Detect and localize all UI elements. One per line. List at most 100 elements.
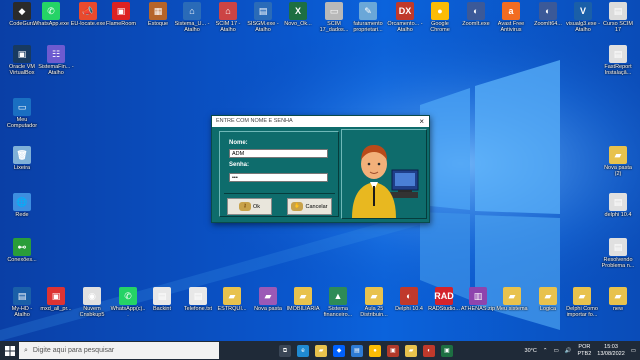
volume-icon[interactable]: 🔊: [565, 348, 572, 354]
desktop-shortcut[interactable]: ✆ WhatsApp(c)...: [110, 287, 146, 318]
app2-taskbar-icon[interactable]: ▣: [441, 344, 453, 357]
desktop-shortcut[interactable]: ✆ WhatsApp.exe: [33, 2, 69, 27]
desktop-shortcut[interactable]: Vvisualg3.exe - Atalho: [565, 2, 601, 33]
start-button[interactable]: [0, 341, 19, 360]
desktop-shortcut[interactable]: ▤ My-HD - Atalho: [4, 287, 40, 318]
clock[interactable]: 15:03 13/08/2022: [597, 344, 625, 358]
desktop-shortcut-label: RADStudio...: [428, 306, 460, 312]
desktop-shortcut[interactable]: ▣ FlameRoom: [103, 2, 139, 27]
tray-arrow-icon[interactable]: ⌃: [543, 348, 548, 354]
desktop-shortcut[interactable]: ▤ Backint: [144, 287, 180, 312]
desktop-shortcut[interactable]: ◐ ZoomIt.exe: [458, 2, 494, 27]
edge-icon[interactable]: e: [297, 344, 309, 357]
desktop-shortcut[interactable]: ▰ Aula 25 Distribuin...: [356, 287, 392, 318]
desktop-shortcut-label: Conexões...: [7, 257, 37, 263]
name-input[interactable]: ADM: [229, 149, 328, 158]
desktop-shortcut[interactable]: ▤ Resolvendo Problema n...: [600, 238, 636, 269]
fastreport-icon: ▤: [609, 45, 627, 63]
search-placeholder: Digite aqui para pesquisar: [32, 347, 115, 354]
desktop-shortcut[interactable]: ▭ Meu Computador: [4, 98, 40, 129]
desktop-shortcut-label: Lixeira: [13, 165, 31, 171]
desktop-shortcut[interactable]: ▰ Nova pasta (2): [600, 146, 636, 177]
network-icon[interactable]: ▭: [553, 348, 558, 354]
explorer2-taskbar-icon[interactable]: ▰: [405, 344, 417, 357]
desktop-shortcut-label: SCIM 17 - Atalho: [215, 21, 241, 33]
desktop-shortcut[interactable]: ☷ SistemaFin... - Atalho: [38, 45, 74, 76]
desktop-shortcut[interactable]: ▤ Telefone.txt: [180, 287, 216, 312]
delphi-taskbar-icon[interactable]: ◐: [423, 344, 435, 357]
notifications-icon[interactable]: ▭: [631, 348, 636, 354]
desktop-shortcut[interactable]: ▰ Delphi Como importar fo...: [564, 287, 600, 318]
desktop-shortcut-label: delphi 10.4: [604, 212, 632, 218]
desktop-shortcut-label: new: [612, 306, 624, 312]
desktop-shortcut[interactable]: ▲ Sistema financeiro...: [320, 287, 356, 318]
desktop-shortcut[interactable]: ⊷ Conexões...: [4, 238, 40, 263]
desktop-shortcut[interactable]: ▰ Meu sistema: [494, 287, 530, 312]
desktop-shortcut[interactable]: ▤ delphi 10.4: [600, 193, 636, 218]
desktop-shortcut[interactable]: 🌐 Rede: [4, 193, 40, 218]
desktop-shortcut[interactable]: DX Orcamento... - Atalho: [387, 2, 423, 33]
desktop-shortcut[interactable]: X Novo_Ok...: [280, 2, 316, 27]
explorer-icon[interactable]: ▰: [315, 344, 327, 357]
desktop-shortcut[interactable]: 📣 EU-locate.exe: [70, 2, 106, 27]
cancel-button-label: Cancelar: [305, 203, 328, 210]
desktop-shortcut-label: ZoomIt64...: [534, 21, 562, 27]
desktop-shortcut-label: My-HD - Atalho: [11, 306, 33, 318]
desktop-shortcut-label: visualg3.exe - Atalho: [566, 21, 600, 33]
password-input[interactable]: •••: [229, 173, 328, 182]
desktop-shortcut[interactable]: ◐ Delphi 10.4: [391, 287, 427, 312]
desktop-shortcut[interactable]: 🗑 Lixeira: [4, 146, 40, 171]
desktop-shortcut[interactable]: ▤ FastReport Instalaçã...: [600, 45, 636, 76]
orcamento-icon: DX: [396, 2, 414, 20]
dropbox-icon[interactable]: ◆: [333, 344, 345, 357]
curso-scim-icon: ▤: [609, 2, 627, 20]
desktop-shortcut[interactable]: ▰ Logica: [530, 287, 566, 312]
cancel-button[interactable]: ✋ Cancelar: [287, 198, 332, 215]
desktop-shortcut[interactable]: ▰ ESTRQUI...: [214, 287, 250, 312]
desktop-shortcut[interactable]: ⌂ Sistema_U... - Atalho: [174, 2, 210, 33]
chrome-icon: ●: [431, 2, 449, 20]
task-view-icon[interactable]: ⧉: [279, 344, 291, 357]
taskbar-search-box[interactable]: ⌕ Digite aqui para pesquisar: [19, 342, 219, 359]
desktop-shortcut[interactable]: ▣ mxd_all_pr...: [38, 287, 74, 312]
desktop-shortcut[interactable]: ▤ SISGM.exe - Atalho: [245, 2, 281, 33]
desktop-shortcut[interactable]: ▤ Curso SCIM 17: [600, 2, 636, 33]
meu-computador-icon: ▭: [13, 98, 31, 116]
store-icon[interactable]: ▤: [351, 344, 363, 357]
desktop-shortcut-label: Novo_Ok...: [284, 21, 312, 27]
desktop-shortcut[interactable]: ▰ Nova pasta: [250, 287, 286, 312]
desktop-shortcut-label: Curso SCIM 17: [603, 21, 633, 33]
weather-temperature[interactable]: 30°C: [525, 348, 537, 354]
desktop-shortcut[interactable]: ⌂ SCIM 17 - Atalho: [210, 2, 246, 33]
keyboard-label: PTB2: [577, 350, 592, 357]
desktop-shortcut[interactable]: a Avast Free Antivirus: [493, 2, 529, 33]
desktop-shortcut[interactable]: ✎ faturamento proprietari...: [350, 2, 386, 33]
desktop-shortcut[interactable]: ▣ Oracle VM VirtualBox: [4, 45, 40, 76]
desktop-shortcut-label: EU-locate.exe: [70, 21, 106, 27]
nova-pasta-2-icon: ▰: [609, 146, 627, 164]
mxd-icon: ▣: [47, 287, 65, 305]
desktop-shortcut[interactable]: ▦ Estoque: [140, 2, 176, 27]
desktop-shortcut[interactable]: ▰ IMOBILIARIA: [285, 287, 321, 312]
chrome-taskbar-icon[interactable]: ●: [369, 344, 381, 357]
desktop-shortcut-label: FastReport Instalaçã...: [604, 64, 632, 76]
close-icon[interactable]: ×: [419, 116, 424, 127]
taskbar: ⌕ Digite aqui para pesquisar ⧉ e ▰ ◆ ▤ ● ▣ ▰ ◐ ▣ …: [0, 341, 640, 360]
radstudio-icon: RAD: [434, 287, 454, 305]
language-indicator[interactable]: POR PTB2: [578, 344, 592, 358]
delphi-como-icon: ▰: [573, 287, 591, 305]
user-illustration-panel: [341, 129, 427, 219]
desktop-shortcut-label: Sistema financeiro...: [323, 306, 353, 318]
desktop-shortcut[interactable]: ◐ ZoomIt64...: [530, 2, 566, 27]
ok-button[interactable]: ⚷ Ok: [227, 198, 272, 215]
desktop-shortcut[interactable]: RAD RADStudio...: [426, 287, 462, 312]
dialog-title-bar[interactable]: ENTRE COM NOME E SENHA ×: [212, 116, 429, 127]
desktop-shortcut[interactable]: ● Google Chrome: [422, 2, 458, 33]
desktop-shortcut[interactable]: ◉ Nuvem Cnsbkup5: [74, 287, 110, 318]
desktop-shortcut[interactable]: ▭ SCIM 17_dados...: [316, 2, 352, 33]
desktop-shortcut-label: FlameRoom: [106, 21, 136, 27]
desktop-shortcut[interactable]: ▥ ATHENAS.zip: [460, 287, 496, 312]
system-tray: 30°C ⌃ ▭ 🔊 POR PTB2 15:03 13/08/2022 ▭: [525, 341, 636, 360]
desktop-shortcut[interactable]: ▰ new: [600, 287, 636, 312]
app-taskbar-icon[interactable]: ▣: [387, 344, 399, 357]
